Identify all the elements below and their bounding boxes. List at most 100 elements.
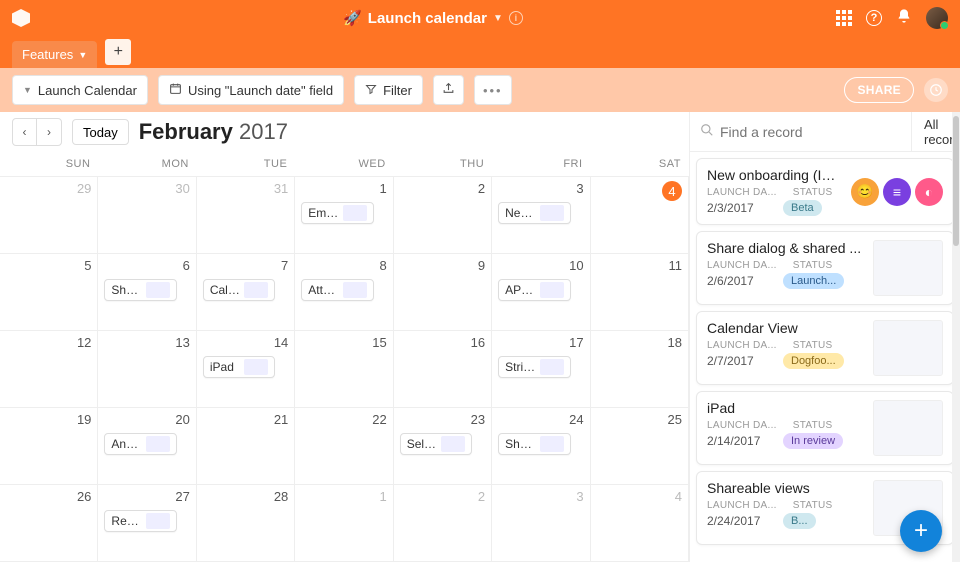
- calendar-day-cell[interactable]: 4: [591, 485, 689, 562]
- calendar-event[interactable]: Reorde...: [104, 510, 177, 532]
- calendar-day-cell[interactable]: 13: [98, 331, 196, 408]
- day-number: 28: [203, 489, 288, 504]
- history-icon[interactable]: [924, 78, 948, 102]
- record-card[interactable]: New onboarding (Inter...LAUNCH DA...STAT…: [696, 158, 954, 225]
- search-input[interactable]: [720, 124, 901, 140]
- day-number: 3: [498, 181, 583, 196]
- field-label-status: STATUS: [793, 500, 833, 511]
- calendar-event[interactable]: Android: [104, 433, 177, 455]
- calendar-day-cell[interactable]: 30: [98, 177, 196, 254]
- day-number: 5: [6, 258, 91, 273]
- scrollbar-track[interactable]: [952, 112, 960, 562]
- day-number: 4: [662, 181, 682, 201]
- chevron-down-icon: ▼: [23, 85, 32, 95]
- calendar-day-cell[interactable]: 12: [0, 331, 98, 408]
- search-records[interactable]: [690, 123, 911, 140]
- add-record-button[interactable]: +: [900, 510, 942, 552]
- share-base-button[interactable]: SHARE: [844, 77, 914, 103]
- calendar-day-cell[interactable]: 19: [0, 408, 98, 485]
- filter-button[interactable]: Filter: [354, 75, 423, 105]
- record-title: iPad: [707, 400, 865, 416]
- info-icon[interactable]: i: [509, 11, 523, 25]
- calendar-day-cell[interactable]: 21: [197, 408, 295, 485]
- calendar-day-cell[interactable]: 11: [591, 254, 689, 331]
- record-card[interactable]: iPadLAUNCH DA...STATUS2/14/2017In review: [696, 391, 954, 465]
- calendar-event[interactable]: New o...: [498, 202, 571, 224]
- calendar-day-cell[interactable]: 9: [394, 254, 492, 331]
- app-logo-icon[interactable]: [12, 9, 30, 27]
- share-view-button[interactable]: [433, 75, 464, 105]
- circle-icon: 😊: [851, 178, 879, 206]
- calendar-day-cell[interactable]: 3 New o...: [492, 177, 590, 254]
- add-table-button[interactable]: +: [105, 39, 131, 65]
- view-picker[interactable]: ▼ Launch Calendar: [12, 75, 148, 105]
- record-launch-date: 2/24/2017: [707, 514, 767, 528]
- calendar-event[interactable]: API Im...: [498, 279, 571, 301]
- calendar-day-cell[interactable]: 18: [591, 331, 689, 408]
- event-thumbnail: [146, 513, 170, 529]
- calendar-day-cell[interactable]: 23Seltzer...: [394, 408, 492, 485]
- calendar-day-cell[interactable]: 15: [295, 331, 393, 408]
- calendar-day-cell[interactable]: 29: [0, 177, 98, 254]
- more-options-button[interactable]: •••: [474, 75, 512, 105]
- rocket-icon: 🚀: [343, 9, 362, 27]
- calendar-day-cell[interactable]: 2: [394, 485, 492, 562]
- calendar-day-cell[interactable]: 7Calend...: [197, 254, 295, 331]
- today-button[interactable]: Today: [72, 119, 129, 145]
- base-title[interactable]: 🚀 Launch calendar ▼ i: [30, 9, 836, 27]
- event-title: Share ...: [111, 283, 142, 297]
- scrollbar-thumb[interactable]: [953, 116, 959, 246]
- calendar-day-cell[interactable]: 26: [0, 485, 98, 562]
- calendar-day-cell[interactable]: 27 Reorde...: [98, 485, 196, 562]
- calendar-day-cell[interactable]: 14iPad: [197, 331, 295, 408]
- calendar-day-cell[interactable]: 1Embed...: [295, 177, 393, 254]
- day-number: 2: [400, 181, 485, 196]
- day-number: 3: [498, 489, 583, 504]
- day-number: 15: [301, 335, 386, 350]
- calendar-day-cell[interactable]: 20Android: [98, 408, 196, 485]
- calendar-day-cell[interactable]: 28: [197, 485, 295, 562]
- help-icon[interactable]: ?: [866, 10, 882, 26]
- day-number: 27: [104, 489, 189, 504]
- apps-grid-icon[interactable]: [836, 10, 852, 26]
- calendar-day-cell[interactable]: 22: [295, 408, 393, 485]
- day-number: 26: [6, 489, 91, 504]
- calendar-day-cell[interactable]: 16: [394, 331, 492, 408]
- calendar-day-cell[interactable]: 4: [591, 177, 689, 254]
- record-thumbnail: [873, 400, 943, 456]
- calendar-event[interactable]: Share ...: [104, 279, 177, 301]
- calendar-day-cell[interactable]: 31: [197, 177, 295, 254]
- circle-icon: ≡: [883, 178, 911, 206]
- prev-month-button[interactable]: ‹: [13, 119, 37, 145]
- calendar-event[interactable]: Embed...: [301, 202, 374, 224]
- event-title: Embed...: [308, 206, 339, 220]
- calendar-day-cell[interactable]: 5: [0, 254, 98, 331]
- calendar-day-cell[interactable]: 6Share ...: [98, 254, 196, 331]
- next-month-button[interactable]: ›: [37, 119, 61, 145]
- tab-features[interactable]: Features ▼: [12, 41, 97, 68]
- calendar-event[interactable]: Sharea...: [498, 433, 571, 455]
- calendar-day-cell[interactable]: 10API Im...: [492, 254, 590, 331]
- calendar-event[interactable]: Attach...: [301, 279, 374, 301]
- calendar-day-cell[interactable]: 2: [394, 177, 492, 254]
- user-avatar[interactable]: [926, 7, 948, 29]
- notifications-icon[interactable]: [896, 8, 912, 29]
- calendar-event[interactable]: String ...: [498, 356, 571, 378]
- view-toolbar: ▼ Launch Calendar Using "Launch date" fi…: [0, 68, 960, 112]
- calendar-grid: 2930311Embed...23New o...456Share ...7Ca…: [0, 176, 689, 562]
- record-card[interactable]: Share dialog & shared ...LAUNCH DA...STA…: [696, 231, 954, 305]
- calendar-day-cell[interactable]: 25: [591, 408, 689, 485]
- calendar-day-cell[interactable]: 24Sharea...: [492, 408, 590, 485]
- calendar-event[interactable]: Calend...: [203, 279, 276, 301]
- record-card[interactable]: Calendar ViewLAUNCH DA...STATUS2/7/2017D…: [696, 311, 954, 385]
- calendar-day-cell[interactable]: 17String ...: [492, 331, 590, 408]
- day-number: 25: [597, 412, 682, 427]
- calendar-day-cell[interactable]: 1: [295, 485, 393, 562]
- field-label-status: STATUS: [793, 420, 833, 431]
- calendar-event[interactable]: iPad: [203, 356, 276, 378]
- calendar-event[interactable]: Seltzer...: [400, 433, 473, 455]
- month-title: February 2017: [139, 119, 288, 145]
- calendar-day-cell[interactable]: 3: [492, 485, 590, 562]
- calendar-day-cell[interactable]: 8Attach...: [295, 254, 393, 331]
- date-field-picker[interactable]: Using "Launch date" field: [158, 75, 344, 105]
